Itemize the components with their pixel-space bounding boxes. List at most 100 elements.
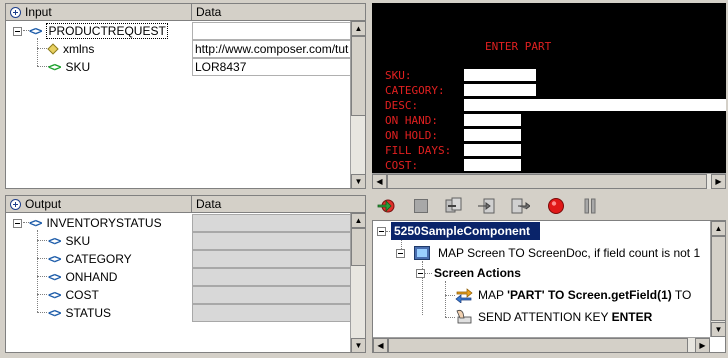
- collapse-toggle-icon[interactable]: [13, 218, 22, 228]
- output-data-label: Data: [196, 197, 222, 211]
- scroll-thumb[interactable]: [711, 236, 725, 321]
- tree-connector: [37, 258, 47, 259]
- tree-node-category[interactable]: <> CATEGORY: [48, 250, 132, 268]
- attribute-icon: [47, 43, 59, 55]
- tree-node-cost[interactable]: <> COST: [48, 286, 99, 304]
- action-node-map-screen[interactable]: MAP Screen TO ScreenDoc, if field count …: [396, 243, 700, 263]
- data-cell-onhand[interactable]: [192, 268, 352, 286]
- data-cell-inventorystatus[interactable]: [192, 214, 352, 232]
- input-column-label: Input: [25, 5, 52, 19]
- element-tag-icon: <>: [29, 24, 42, 38]
- actions-vertical-scrollbar[interactable]: ▲ ▼: [710, 221, 725, 337]
- terminal-field-desc[interactable]: [464, 99, 726, 111]
- scroll-right-arrow-icon[interactable]: ▶: [711, 174, 726, 189]
- keyboard-hand-icon: [455, 309, 473, 325]
- stop-icon[interactable]: [410, 196, 432, 216]
- collapse-toggle-icon[interactable]: [396, 248, 405, 258]
- data-cell-productrequest[interactable]: [192, 22, 352, 40]
- element-tag-icon: <>: [48, 306, 61, 320]
- data-cell-cost[interactable]: [192, 286, 352, 304]
- output-data-column-header[interactable]: Data: [192, 196, 365, 213]
- tree-connector: [37, 276, 47, 277]
- element-tag-icon: <>: [48, 60, 61, 74]
- tree-connector: [37, 240, 47, 241]
- element-tag-icon: <>: [48, 252, 61, 266]
- step-out-icon[interactable]: [509, 196, 531, 216]
- scroll-thumb[interactable]: [388, 338, 688, 352]
- data-cell-sku[interactable]: [192, 232, 352, 250]
- action-node-component[interactable]: 5250SampleComponent: [377, 221, 540, 241]
- tree-connector: [445, 281, 446, 317]
- scroll-down-arrow-icon[interactable]: ▼: [351, 174, 365, 188]
- terminal-horizontal-scrollbar[interactable]: ◀ ▶: [372, 173, 726, 189]
- terminal-label-onhand: ON HAND:: [385, 114, 438, 127]
- actions-horizontal-scrollbar[interactable]: ◀ ▶: [373, 337, 710, 352]
- scroll-up-arrow-icon[interactable]: ▲: [711, 221, 725, 236]
- map-arrows-icon: [455, 287, 473, 304]
- terminal-label-cost: COST:: [385, 159, 419, 172]
- tree-node-productrequest[interactable]: <> PRODUCTREQUEST: [13, 22, 168, 40]
- node-label: PRODUCTREQUEST: [46, 23, 168, 39]
- tree-node-sku[interactable]: <> SKU: [48, 232, 90, 250]
- terminal-label-onhold: ON HOLD:: [385, 129, 438, 142]
- data-cell-status[interactable]: [192, 304, 352, 322]
- terminal-label-filldays: FILL DAYS:: [385, 144, 452, 157]
- terminal-label-desc: DESC:: [385, 99, 419, 112]
- scroll-thumb[interactable]: [351, 228, 365, 266]
- step-into-icon[interactable]: [476, 196, 498, 216]
- tree-connector: [37, 294, 47, 295]
- node-label: CATEGORY: [65, 252, 132, 266]
- tree-node-onhand[interactable]: <> ONHAND: [48, 268, 117, 286]
- pause-icon[interactable]: [579, 196, 601, 216]
- scroll-thumb[interactable]: [351, 36, 365, 116]
- terminal-screen[interactable]: ENTER PART SKU: CATEGORY: DESC: ON HAND:…: [372, 3, 726, 173]
- send-key-prefix: SEND ATTENTION KEY: [478, 310, 612, 324]
- terminal-field-onhand[interactable]: [464, 114, 521, 126]
- node-label: INVENTORYSTATUS: [46, 216, 162, 230]
- output-vertical-scrollbar[interactable]: ▲ ▼: [350, 213, 365, 352]
- terminal-field-filldays[interactable]: [464, 144, 521, 156]
- tree-connector: [37, 312, 47, 313]
- scroll-left-arrow-icon[interactable]: ◀: [372, 174, 387, 189]
- scroll-down-arrow-icon[interactable]: ▼: [351, 338, 365, 352]
- run-icon[interactable]: [376, 196, 398, 216]
- collapse-toggle-icon[interactable]: [13, 26, 22, 36]
- expand-all-icon[interactable]: [10, 6, 21, 18]
- input-data-column-header[interactable]: Data: [192, 4, 365, 21]
- terminal-field-sku[interactable]: [464, 69, 536, 81]
- scroll-left-arrow-icon[interactable]: ◀: [373, 338, 388, 352]
- scroll-thumb[interactable]: [387, 174, 707, 189]
- tree-node-xmlns[interactable]: xmlns: [46, 40, 94, 58]
- scroll-up-arrow-icon[interactable]: ▲: [351, 21, 365, 36]
- data-cell-xmlns[interactable]: http://www.composer.com/tut: [192, 40, 352, 58]
- scroll-right-arrow-icon[interactable]: ▶: [695, 338, 710, 352]
- terminal-field-category[interactable]: [464, 84, 536, 96]
- input-panel: Input Data <> PRODUCTREQUEST xmlns http:…: [5, 3, 366, 189]
- node-label: xmlns: [63, 42, 95, 56]
- data-cell-sku[interactable]: LOR8437: [192, 58, 352, 76]
- action-node-map-part[interactable]: MAP 'PART' TO Screen.getField(1) TO: [455, 285, 691, 305]
- tree-node-sku[interactable]: <> SKU: [48, 58, 90, 76]
- action-node-screen-actions[interactable]: Screen Actions: [416, 263, 521, 283]
- node-label: SKU: [65, 60, 91, 74]
- data-cell-category[interactable]: [192, 250, 352, 268]
- terminal-field-onhold[interactable]: [464, 129, 521, 141]
- tree-node-inventorystatus[interactable]: <> INVENTORYSTATUS: [13, 214, 162, 232]
- collapse-toggle-icon[interactable]: [377, 226, 386, 236]
- element-tag-icon: <>: [29, 216, 42, 230]
- output-name-column-header[interactable]: Output: [6, 196, 192, 213]
- input-vertical-scrollbar[interactable]: ▲ ▼: [350, 21, 365, 188]
- element-tag-icon: <>: [48, 270, 61, 284]
- scroll-down-arrow-icon[interactable]: ▼: [711, 322, 725, 337]
- output-header: Output Data: [6, 196, 365, 213]
- action-node-send-key[interactable]: SEND ATTENTION KEY ENTER: [455, 307, 652, 327]
- input-name-column-header[interactable]: Input: [6, 4, 192, 21]
- collapse-toggle-icon[interactable]: [416, 268, 425, 278]
- tree-node-status[interactable]: <> STATUS: [48, 304, 111, 322]
- terminal-field-cost[interactable]: [464, 159, 521, 171]
- expand-all-icon[interactable]: [10, 198, 21, 210]
- step-over-icon[interactable]: [443, 196, 465, 216]
- scroll-up-arrow-icon[interactable]: ▲: [351, 213, 365, 228]
- record-icon[interactable]: [545, 196, 567, 216]
- tree-connector: [37, 38, 38, 66]
